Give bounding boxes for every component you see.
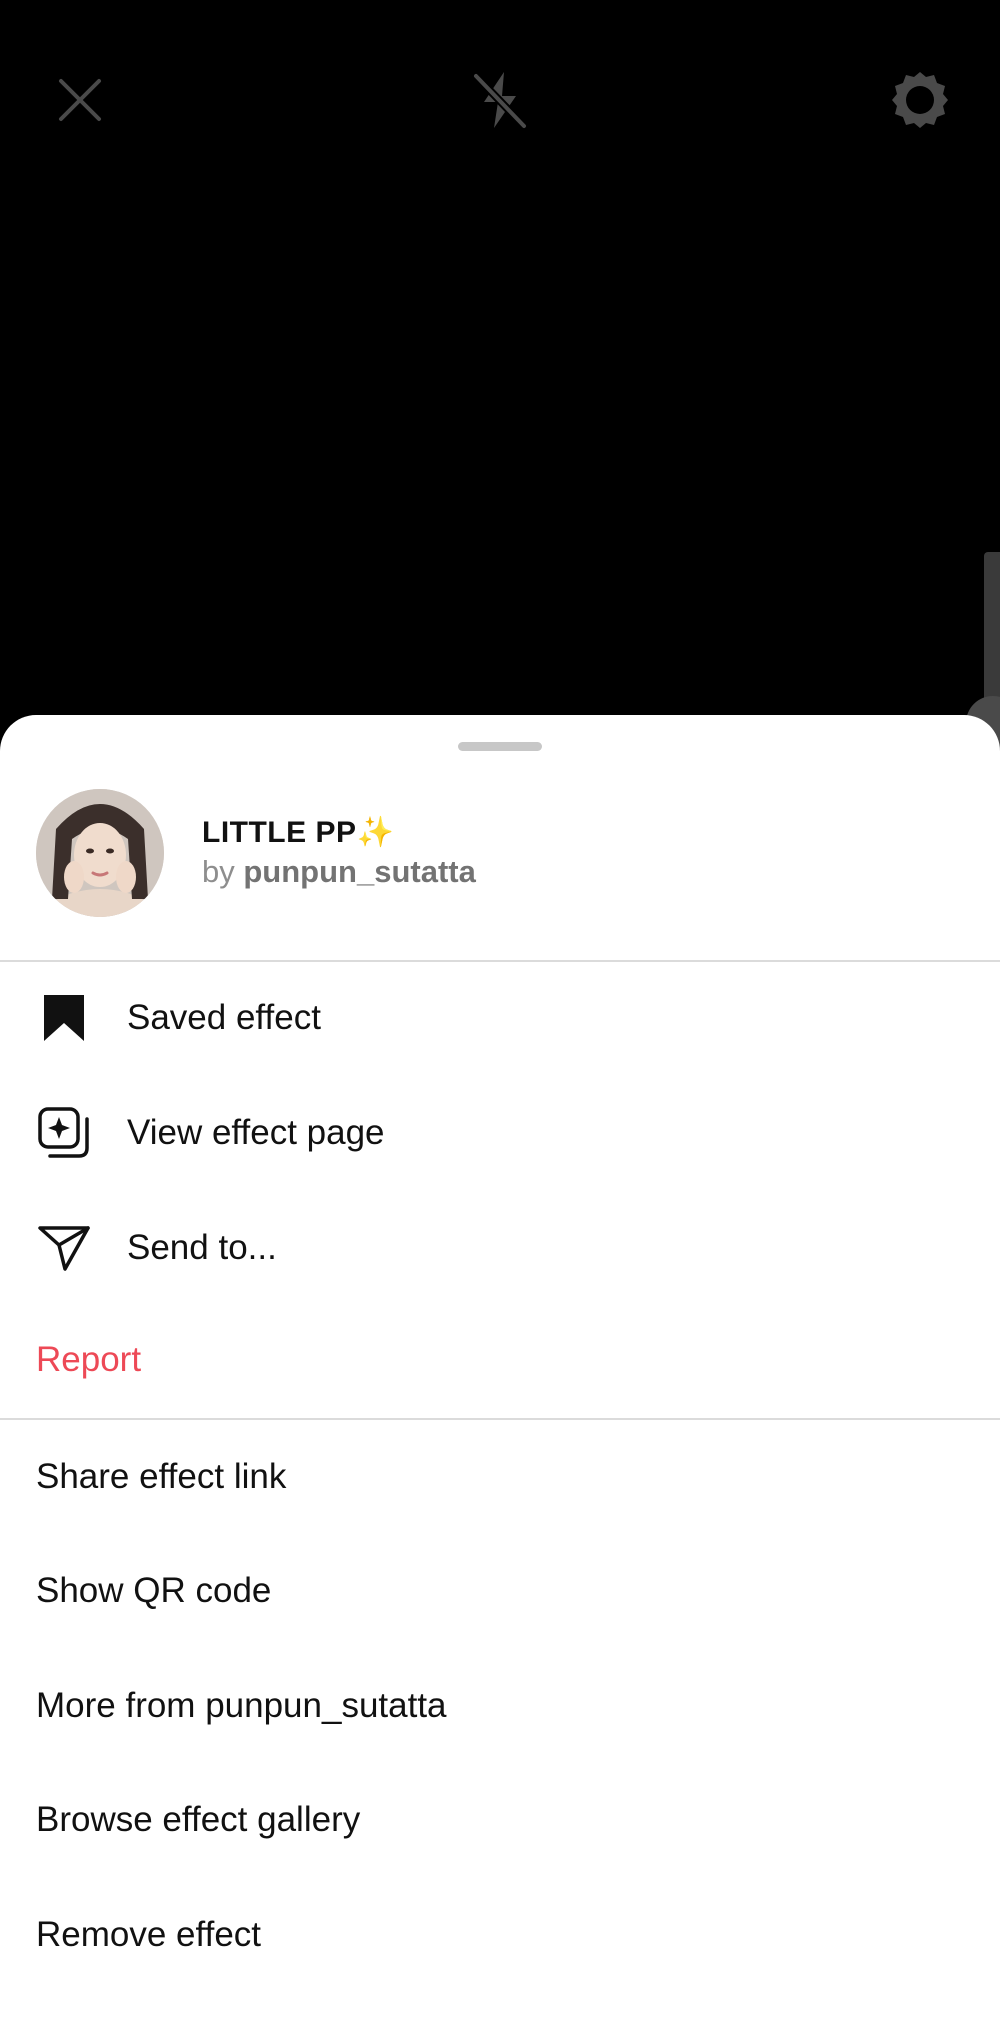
share-effect-link-label: Share effect link [36,1457,287,1496]
remove-effect-button[interactable]: Remove effect [0,1878,1000,1992]
effect-options-sheet: LITTLE PP✨ by punpun_sutatta Saved effec… [0,715,1000,2028]
send-paper-plane-icon [36,1220,92,1276]
saved-effect-button[interactable]: Saved effect [0,961,1000,1075]
settings-gear-icon[interactable] [880,60,960,140]
report-button[interactable]: Report [0,1303,1000,1417]
send-to-button[interactable]: Send to... [0,1191,1000,1305]
creator-username[interactable]: punpun_sutatta [243,854,476,889]
camera-screen: LITTLE PP✨ by punpun_sutatta Saved effec… [0,0,1000,2028]
more-from-creator-button[interactable]: More from punpun_sutatta [0,1649,1000,1763]
flash-off-icon[interactable] [460,60,540,140]
bookmark-filled-icon [36,990,92,1046]
effect-title: LITTLE PP✨ [202,816,395,849]
saved-effect-label: Saved effect [127,998,321,1037]
sheet-grabber[interactable] [458,742,542,751]
browse-effect-gallery-label: Browse effect gallery [36,1800,361,1839]
share-effect-link-button[interactable]: Share effect link [0,1420,1000,1534]
more-from-creator-label: More from punpun_sutatta [36,1686,447,1725]
show-qr-code-button[interactable]: Show QR code [0,1534,1000,1648]
view-effect-page-label: View effect page [127,1113,385,1152]
remove-effect-label: Remove effect [36,1915,262,1954]
creator-avatar[interactable] [36,789,164,917]
show-qr-code-label: Show QR code [36,1571,272,1610]
effect-byline: by punpun_sutatta [202,852,476,892]
view-effect-page-button[interactable]: View effect page [0,1076,1000,1190]
report-label: Report [36,1340,142,1379]
close-icon[interactable] [40,60,120,140]
effect-header: LITTLE PP✨ by punpun_sutatta [36,788,964,918]
effect-page-icon [36,1105,92,1161]
browse-effect-gallery-button[interactable]: Browse effect gallery [0,1763,1000,1877]
byline-prefix: by [202,854,235,889]
send-to-label: Send to... [127,1228,277,1267]
